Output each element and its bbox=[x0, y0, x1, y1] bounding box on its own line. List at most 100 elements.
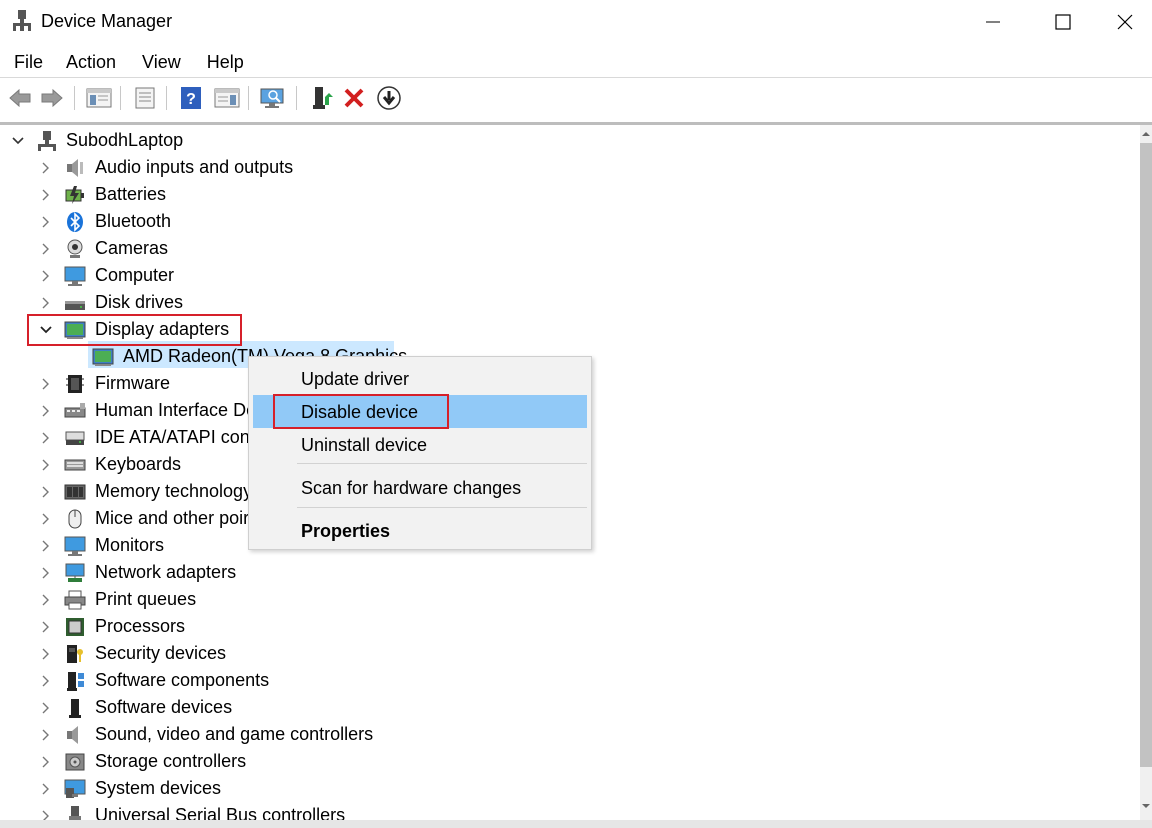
maximize-button[interactable] bbox=[1028, 0, 1098, 44]
ctx-scan-hardware[interactable]: Scan for hardware changes bbox=[253, 471, 587, 504]
sound-controller-icon bbox=[67, 726, 78, 744]
tree-category-storage-controllers[interactable]: Storage controllers bbox=[0, 748, 1140, 775]
tree-category-security-devices[interactable]: Security devices bbox=[0, 640, 1140, 667]
expand-chevron-icon[interactable] bbox=[38, 802, 54, 820]
expand-chevron-icon[interactable] bbox=[38, 721, 54, 748]
bluetooth-icon bbox=[67, 212, 83, 232]
expand-chevron-icon[interactable] bbox=[38, 694, 54, 721]
expand-chevron-icon[interactable] bbox=[38, 775, 54, 802]
expand-chevron-icon[interactable] bbox=[38, 397, 54, 424]
processor-icon bbox=[66, 618, 84, 636]
tree-category-label: Security devices bbox=[95, 643, 227, 663]
tree-category-cameras[interactable]: Cameras bbox=[0, 235, 1140, 262]
tree-category-label: Keyboards bbox=[95, 454, 182, 474]
expand-chevron-icon[interactable] bbox=[38, 424, 54, 451]
menu-file[interactable]: File bbox=[0, 48, 55, 76]
tree-category-disk-drives[interactable]: Disk drives bbox=[0, 289, 1140, 316]
network-adapter-icon bbox=[65, 563, 85, 582]
toolbar: ? bbox=[0, 80, 1152, 116]
show-hide-console-tree-button[interactable] bbox=[84, 83, 114, 113]
disk-drive-icon bbox=[65, 301, 85, 310]
tree-category-computer[interactable]: Computer bbox=[0, 262, 1140, 289]
update-driver-button[interactable] bbox=[306, 83, 336, 113]
tree-category-label: Storage controllers bbox=[95, 751, 247, 771]
storage-controller-icon bbox=[65, 753, 85, 771]
printer-icon bbox=[64, 590, 86, 610]
menu-divider bbox=[0, 77, 1152, 78]
expand-chevron-icon[interactable] bbox=[38, 586, 54, 613]
tree-category-batteries[interactable]: Batteries bbox=[0, 181, 1140, 208]
disable-device-highlight-box bbox=[273, 394, 449, 429]
tree-category-universal-serial-bus-controllers[interactable]: Universal Serial Bus controllers bbox=[0, 802, 1140, 820]
ctx-uninstall-device[interactable]: Uninstall device bbox=[253, 428, 587, 461]
minimize-button[interactable] bbox=[958, 0, 1028, 44]
expand-chevron-icon[interactable] bbox=[38, 289, 54, 316]
expand-chevron-icon[interactable] bbox=[38, 667, 54, 694]
update-driver-icon bbox=[313, 87, 333, 109]
expand-chevron-icon[interactable] bbox=[38, 235, 54, 262]
tree-category-label: Software devices bbox=[95, 697, 233, 717]
scan-hardware-button[interactable] bbox=[258, 83, 288, 113]
expand-chevron-icon[interactable] bbox=[38, 262, 54, 289]
tree-category-bluetooth[interactable]: Bluetooth bbox=[0, 208, 1140, 235]
battery-icon bbox=[65, 186, 84, 204]
tree-category-sound-video-and-game-controllers[interactable]: Sound, video and game controllers bbox=[0, 721, 1140, 748]
expand-chevron-icon[interactable] bbox=[38, 154, 54, 181]
title-bar: Device Manager bbox=[0, 0, 1152, 44]
monitor-icon bbox=[64, 536, 86, 556]
forward-button[interactable] bbox=[37, 83, 67, 113]
expand-chevron-icon[interactable] bbox=[38, 532, 54, 559]
tree-category-software-devices[interactable]: Software devices bbox=[0, 694, 1140, 721]
expand-chevron-icon[interactable] bbox=[38, 181, 54, 208]
collapse-chevron-icon[interactable] bbox=[10, 127, 26, 154]
properties-button[interactable] bbox=[130, 83, 160, 113]
close-button[interactable] bbox=[1098, 0, 1152, 44]
tree-category-label: Network adapters bbox=[95, 562, 237, 582]
computer-root-icon bbox=[38, 131, 56, 151]
expand-chevron-icon[interactable] bbox=[38, 640, 54, 667]
tree-category-processors[interactable]: Processors bbox=[0, 613, 1140, 640]
system-device-icon bbox=[64, 779, 86, 798]
ctx-update-driver[interactable]: Update driver bbox=[253, 362, 587, 395]
firmware-icon bbox=[66, 375, 84, 393]
tree-category-label: Bluetooth bbox=[95, 211, 172, 231]
tree-category-software-components[interactable]: Software components bbox=[0, 667, 1140, 694]
maximize-icon bbox=[1055, 14, 1071, 30]
scrollbar-thumb[interactable] bbox=[1140, 143, 1152, 767]
toolbar-separator bbox=[166, 86, 167, 110]
ctx-properties[interactable]: Properties bbox=[253, 514, 587, 547]
menu-action[interactable]: Action bbox=[55, 48, 128, 76]
uninstall-device-icon bbox=[344, 88, 364, 108]
tree-category-network-adapters[interactable]: Network adapters bbox=[0, 559, 1140, 586]
scroll-up-arrow-icon[interactable] bbox=[1140, 128, 1152, 140]
help-button[interactable]: ? bbox=[176, 83, 206, 113]
toolbar-separator bbox=[296, 86, 297, 110]
toolbar-separator bbox=[248, 86, 249, 110]
menu-view[interactable]: View bbox=[128, 48, 193, 76]
expand-chevron-icon[interactable] bbox=[38, 748, 54, 775]
tree-category-label: Computer bbox=[95, 265, 175, 285]
tree-category-label: Sound, video and game controllers bbox=[95, 724, 374, 744]
tree-category-system-devices[interactable]: System devices bbox=[0, 775, 1140, 802]
tree-root-subodhlaptop[interactable]: SubodhLaptop bbox=[0, 127, 1140, 154]
tree-category-label: Mice and other poir bbox=[95, 508, 250, 528]
disable-device-button[interactable] bbox=[374, 83, 404, 113]
tree-root-label: SubodhLaptop bbox=[66, 130, 184, 150]
uninstall-device-button[interactable] bbox=[339, 83, 369, 113]
ctx-uninstall-device-label: Uninstall device bbox=[301, 435, 428, 455]
scroll-down-arrow-icon[interactable] bbox=[1140, 800, 1152, 812]
expand-chevron-icon[interactable] bbox=[38, 505, 54, 532]
hid-icon bbox=[64, 403, 86, 418]
expand-chevron-icon[interactable] bbox=[38, 613, 54, 640]
expand-chevron-icon[interactable] bbox=[38, 451, 54, 478]
expand-chevron-icon[interactable] bbox=[38, 478, 54, 505]
tree-category-audio-inputs-and-outputs[interactable]: Audio inputs and outputs bbox=[0, 154, 1140, 181]
menu-help[interactable]: Help bbox=[193, 48, 256, 76]
expand-chevron-icon[interactable] bbox=[38, 559, 54, 586]
back-button[interactable] bbox=[5, 83, 35, 113]
tree-category-print-queues[interactable]: Print queues bbox=[0, 586, 1140, 613]
action-pane-button[interactable] bbox=[212, 83, 242, 113]
expand-chevron-icon[interactable] bbox=[38, 208, 54, 235]
ctx-properties-label: Properties bbox=[301, 521, 391, 541]
expand-chevron-icon[interactable] bbox=[38, 370, 54, 397]
